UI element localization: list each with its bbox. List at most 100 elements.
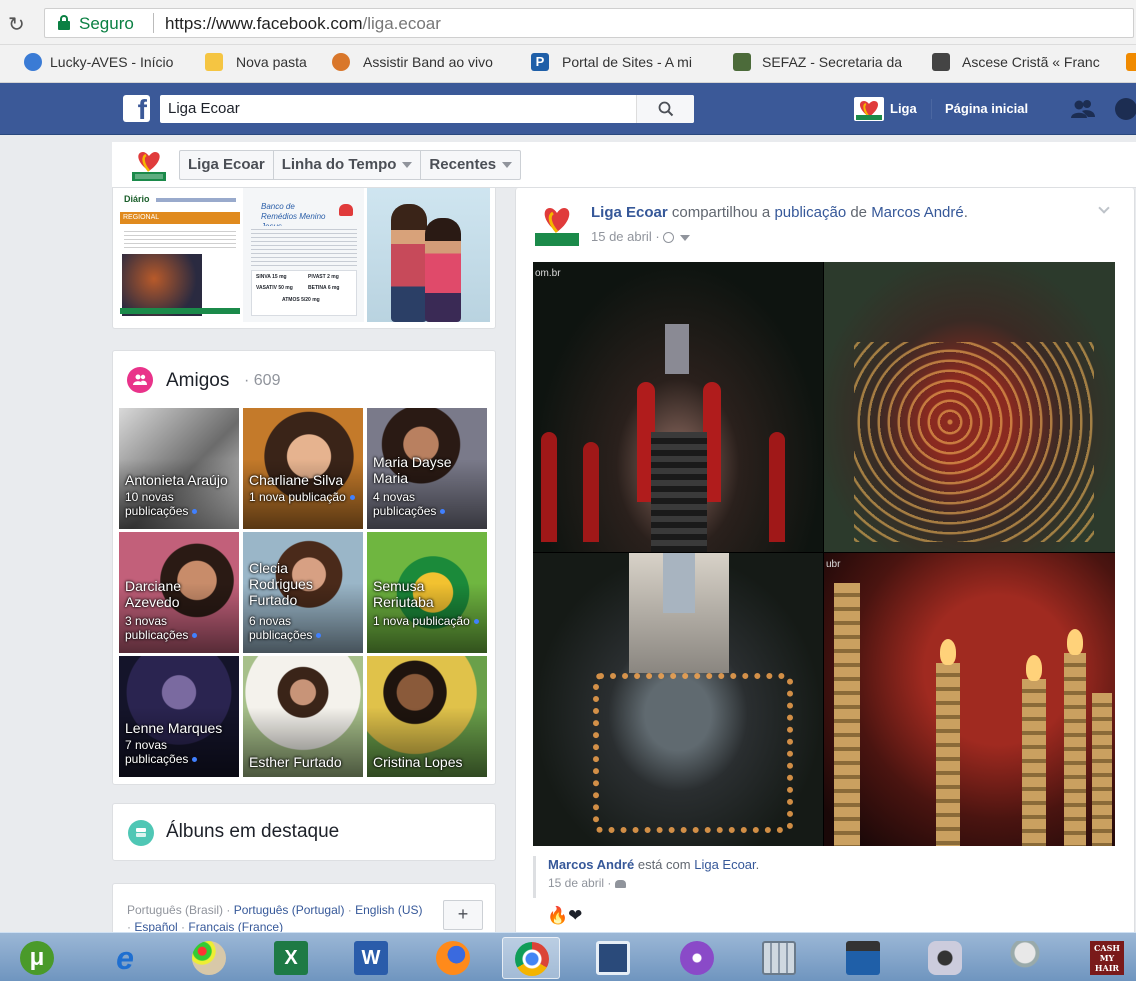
friend-tile[interactable]: Darciane Azevedo 3 novas publicações [119, 532, 239, 653]
globe-icon[interactable] [663, 232, 675, 244]
friend-tile[interactable]: Cristina Lopes [367, 656, 487, 777]
globe-icon [24, 53, 42, 71]
url-box[interactable]: Seguro https://www.facebook.com/liga.eco… [44, 8, 1134, 38]
bookmark-band[interactable]: Assistir Band ao vivo [363, 54, 493, 70]
internet-explorer-icon: e [116, 940, 134, 976]
url-text[interactable]: https://www.facebook.com/liga.ecoar [165, 14, 441, 34]
language-link[interactable]: Português (Portugal) [234, 903, 345, 917]
search-input[interactable]: Liga Ecoar [168, 100, 240, 117]
friend-news-text: 3 novas publicações [125, 614, 189, 642]
bookmark-nova-pasta[interactable]: Nova pasta [236, 54, 307, 70]
caption-page-link[interactable]: Liga Ecoar [694, 857, 755, 872]
friends-title[interactable]: Amigos [166, 370, 229, 392]
taskbar-app[interactable] [668, 937, 726, 979]
caption-author-link[interactable]: Marcos André [548, 857, 634, 872]
robed-figure [769, 432, 785, 542]
friend-news: 1 nova publicação [373, 614, 487, 628]
taskbar-app[interactable] [916, 937, 974, 979]
post-photo-collage[interactable]: om.br ubr [533, 262, 1115, 846]
new-dot-icon [440, 509, 446, 515]
word-icon: W [354, 941, 388, 975]
post-source-link[interactable]: Marcos André [871, 204, 964, 221]
recent-dropdown[interactable]: Recentes [421, 151, 520, 179]
timeline-dropdown[interactable]: Linha do Tempo [274, 151, 422, 179]
post-author-link[interactable]: Liga Ecoar [591, 204, 668, 221]
medicine-item: PIVAST 2 mg [308, 274, 339, 280]
taskbar-app[interactable]: W [342, 937, 400, 979]
friend-tile[interactable]: Charliane Silva 1 nova publicação [243, 408, 363, 529]
folder-icon [205, 53, 223, 71]
bookmark-lucky-aves[interactable]: Lucky-AVES - Início [50, 54, 173, 70]
photo-medicine-bank[interactable]: Banco de Remédios Menino Jesus SINVA 15 … [243, 188, 364, 322]
friend-tile[interactable]: Antonieta Araújo 10 novas publicações [119, 408, 239, 529]
friend-tile[interactable]: Maria Dayse Maria 4 novas publicações [367, 408, 487, 529]
photo-procession-stairs[interactable]: om.br [533, 262, 823, 552]
friend-tile[interactable]: Clecia Rodrigues Furtado 6 novas publica… [243, 532, 363, 653]
friend-news: 3 novas publicações [125, 614, 215, 642]
photo-church-aerial[interactable] [533, 553, 823, 846]
new-dot-icon [192, 757, 198, 763]
friend-news: 6 novas publicações [249, 614, 345, 642]
taskbar-app[interactable] [750, 937, 808, 979]
page-name-button[interactable]: Liga Ecoar [180, 151, 274, 179]
photo-two-women[interactable] [367, 188, 490, 322]
taskbar-app[interactable] [502, 937, 560, 979]
photo-square-crowd[interactable] [824, 262, 1115, 552]
friend-tile[interactable]: Esther Furtado [243, 656, 363, 777]
taskbar-app[interactable] [996, 937, 1054, 979]
flame [1067, 629, 1083, 655]
search-box[interactable]: Liga Ecoar [160, 95, 694, 123]
profile-name: Liga [890, 101, 917, 116]
photo-newspaper[interactable]: Diário REGIONAL [120, 188, 240, 322]
newspaper-text-lines [124, 228, 236, 248]
recent-label: Recentes [429, 156, 497, 173]
language-link[interactable]: English (US) [355, 903, 422, 917]
taskbar-app[interactable]: e [96, 937, 154, 979]
albums-title[interactable]: Álbuns em destaque [166, 821, 339, 843]
bookmark-sefaz[interactable]: SEFAZ - Secretaria da [762, 54, 902, 70]
friend-name: Clecia Rodrigues Furtado [249, 560, 313, 608]
post-date-link[interactable]: 15 de abril [591, 229, 652, 244]
taskbar-app[interactable] [180, 937, 238, 979]
add-language-button[interactable]: + [443, 900, 483, 930]
chevron-down-icon[interactable] [679, 234, 690, 241]
reactions-icon[interactable]: 🔥❤ [547, 906, 582, 926]
caption-date[interactable]: 15 de abril [548, 876, 604, 890]
home-link[interactable]: Página inicial [945, 101, 1028, 116]
friend-tile[interactable]: Lenne Marques 7 novas publicações [119, 656, 239, 777]
photo-watermark: om.br [535, 268, 561, 279]
calculator-icon [762, 941, 796, 975]
messenger-icon[interactable] [1115, 98, 1136, 120]
post-author-avatar[interactable] [534, 202, 580, 248]
taskbar-app[interactable] [584, 937, 642, 979]
albums-icon [128, 820, 154, 846]
browser-address-bar: ↻ Seguro https://www.facebook.com/liga.e… [0, 0, 1136, 45]
friend-news-text: 6 novas publicações [249, 614, 313, 642]
caption-line: Marcos André está com Liga Ecoar. [548, 857, 760, 872]
taskbar-app[interactable] [424, 937, 482, 979]
friend-tile[interactable]: Semusa Reriutaba 1 nova publicação [367, 532, 487, 653]
friend-requests-icon[interactable] [1070, 99, 1096, 124]
newspaper-footer-band [120, 308, 240, 314]
new-dot-icon [192, 633, 198, 639]
bookmark-ascese[interactable]: Ascese Cristã « Franc [962, 54, 1100, 70]
film-icon [596, 941, 630, 975]
search-button[interactable] [636, 95, 694, 123]
reload-icon[interactable]: ↻ [8, 12, 25, 36]
language-current: Português (Brasil) [127, 903, 224, 917]
liga-ecoar-logo[interactable] [130, 147, 168, 183]
medicine-item: BETINA 6 mg [308, 285, 340, 291]
facebook-logo-icon[interactable]: f [123, 95, 150, 122]
taskbar-app[interactable]: μ [8, 937, 66, 979]
taskbar-app[interactable]: CASH MY HAIR [1078, 937, 1136, 979]
friends-audience-icon [614, 879, 626, 888]
post-options-chevron-icon[interactable] [1098, 202, 1110, 214]
photo-torches[interactable]: ubr [824, 553, 1115, 846]
taskbar-app[interactable] [834, 937, 892, 979]
bookmark-portal[interactable]: Portal de Sites - A mi [562, 54, 692, 70]
medicine-item: VASATIV 50 mg [256, 285, 293, 291]
taskbar-app[interactable]: X [262, 937, 320, 979]
url-host: https://www.facebook.com [165, 14, 363, 33]
newspaper-title: Diário [124, 194, 150, 204]
post-shared-link[interactable]: publicação [774, 204, 846, 221]
